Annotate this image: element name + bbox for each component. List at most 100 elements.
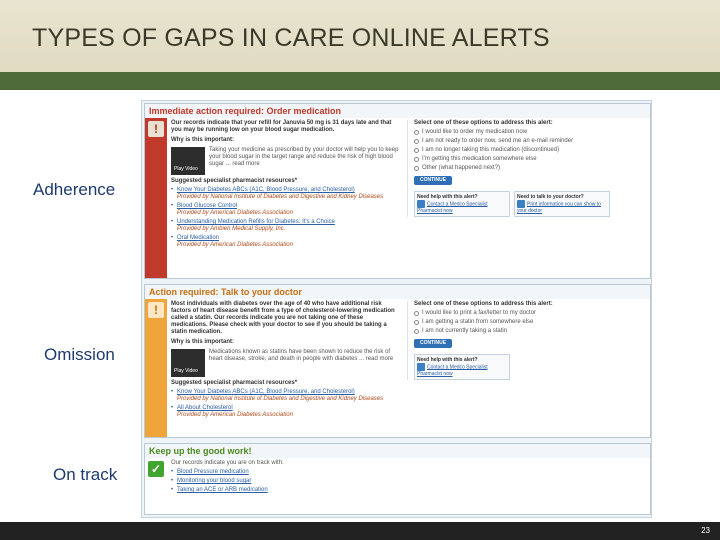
radio-icon[interactable] bbox=[414, 166, 419, 171]
radio-icon[interactable] bbox=[414, 157, 419, 162]
option-radio[interactable]: I am getting a statin from somewhere els… bbox=[414, 319, 647, 326]
help-heading: Need help with this alert? bbox=[417, 194, 478, 200]
alert-panel-on-track: Keep up the good work! ✓ Our records ind… bbox=[144, 443, 651, 515]
option-label: I'm getting this medication somewhere el… bbox=[422, 156, 537, 162]
resource-link[interactable]: Understanding Medication Refills for Dia… bbox=[177, 219, 401, 226]
pharmacist-icon bbox=[417, 200, 425, 208]
resource-item: Understanding Medication Refills for Dia… bbox=[171, 219, 401, 233]
help-box[interactable]: Need help with this alert? Contact a Med… bbox=[414, 191, 510, 217]
alert-header: Keep up the good work! bbox=[145, 444, 650, 458]
resource-item: Oral Medication Provided by American Dia… bbox=[171, 235, 401, 249]
label-omission: Omission bbox=[44, 345, 115, 364]
continue-button[interactable]: CONTINUE bbox=[414, 339, 453, 348]
option-label: I am no longer taking this medication (d… bbox=[422, 147, 560, 153]
option-radio[interactable]: I would like to order my medication now bbox=[414, 129, 647, 136]
alert-header: Action required: Talk to your doctor bbox=[145, 285, 650, 299]
option-radio[interactable]: I'm getting this medication somewhere el… bbox=[414, 156, 647, 163]
play-video-label: Play Video bbox=[174, 368, 198, 374]
resource-link[interactable]: Know Your Diabetes ABCs (A1C, Blood Pres… bbox=[177, 187, 401, 194]
resource-item: Know Your Diabetes ABCs (A1C, Blood Pres… bbox=[171, 389, 401, 403]
slide: TYPES OF GAPS IN CARE ONLINE ALERTS Adhe… bbox=[0, 0, 720, 540]
page-number: 23 bbox=[701, 526, 710, 535]
radio-icon[interactable] bbox=[414, 130, 419, 135]
alert-message: Our records indicate that your refill fo… bbox=[171, 120, 392, 133]
resource-link[interactable]: Know Your Diabetes ABCs (A1C, Blood Pres… bbox=[177, 389, 401, 396]
doctor-heading: Need to talk to your doctor? bbox=[517, 194, 584, 200]
alert-flag: ✓ bbox=[145, 458, 167, 514]
on-track-item[interactable]: Monitoring your blood sugar bbox=[171, 478, 471, 485]
label-adherence: Adherence bbox=[33, 180, 116, 199]
alert-content: Our records indicate you are on track wi… bbox=[171, 460, 471, 494]
resource-item: All About Cholesterol Provided by Americ… bbox=[171, 405, 401, 419]
alert-message: Most individuals with diabetes over the … bbox=[171, 301, 395, 335]
alert-flag: ! bbox=[145, 299, 167, 437]
video-thumbnail[interactable]: Play Video bbox=[171, 349, 205, 377]
exclamation-icon: ! bbox=[148, 121, 164, 137]
option-label: I would like to order my medication now bbox=[422, 129, 528, 135]
alert-options: Select one of these options to address t… bbox=[407, 120, 647, 217]
alert-content: Most individuals with diabetes over the … bbox=[171, 301, 401, 419]
resource-source: Provided by American Diabetes Associatio… bbox=[177, 210, 293, 216]
option-radio[interactable]: I would like to print a fax/letter to my… bbox=[414, 310, 647, 317]
help-heading: Need help with this alert? bbox=[417, 357, 478, 363]
on-track-item[interactable]: Taking an ACE or ARB medication bbox=[171, 487, 471, 494]
alert-panel-adherence: Immediate action required: Order medicat… bbox=[144, 103, 651, 279]
resource-source: Provided by Ambien Medical Supply, Inc. bbox=[177, 226, 286, 232]
option-label: Other (what happened next?) bbox=[422, 165, 501, 171]
play-video-label: Play Video bbox=[174, 166, 198, 172]
alert-header: Immediate action required: Order medicat… bbox=[145, 104, 650, 118]
slide-title: TYPES OF GAPS IN CARE ONLINE ALERTS bbox=[32, 24, 550, 52]
alert-message: Our records indicate you are on track wi… bbox=[171, 460, 284, 466]
resource-item: Know Your Diabetes ABCs (A1C, Blood Pres… bbox=[171, 187, 401, 201]
title-stripe bbox=[0, 72, 720, 90]
options-heading: Select one of these options to address t… bbox=[414, 301, 553, 307]
resource-link[interactable]: All About Cholesterol bbox=[177, 405, 401, 412]
radio-icon[interactable] bbox=[414, 311, 419, 316]
resource-source: Provided by National Institute of Diabet… bbox=[177, 194, 384, 200]
option-radio[interactable]: I am no longer taking this medication (d… bbox=[414, 147, 647, 154]
doctor-box[interactable]: Need to talk to your doctor? Print infor… bbox=[514, 191, 610, 217]
alert-panel-omission: Action required: Talk to your doctor ! M… bbox=[144, 284, 651, 438]
check-icon: ✓ bbox=[148, 461, 164, 477]
option-label: I would like to print a fax/letter to my… bbox=[422, 310, 537, 316]
alert-options: Select one of these options to address t… bbox=[407, 301, 647, 380]
option-label: I am not currently taking a statin bbox=[422, 328, 508, 334]
title-band: TYPES OF GAPS IN CARE ONLINE ALERTS bbox=[0, 0, 720, 90]
help-link[interactable]: Contact a Medco Specialist Pharmacist no… bbox=[417, 364, 488, 377]
why-text: Taking your medicine as prescribed by yo… bbox=[209, 147, 399, 167]
option-label: I am getting a statin from somewhere els… bbox=[422, 319, 534, 325]
why-text: Medications known as statins have been s… bbox=[209, 349, 394, 362]
label-on-track: On track bbox=[53, 465, 118, 484]
why-heading: Why is this important: bbox=[171, 137, 234, 143]
footer-bar: 23 bbox=[0, 522, 720, 540]
resource-source: Provided by American Diabetes Associatio… bbox=[177, 412, 293, 418]
resources-heading: Suggested specialist pharmacist resource… bbox=[171, 380, 298, 386]
help-link[interactable]: Contact a Medco Specialist Pharmacist no… bbox=[417, 201, 488, 214]
alert-flag: ! bbox=[145, 118, 167, 278]
resource-item: Blood Glucose Control Provided by Americ… bbox=[171, 203, 401, 217]
resource-link[interactable]: Blood Glucose Control bbox=[177, 203, 401, 210]
option-label: I am not ready to order now, send me an … bbox=[422, 138, 574, 144]
exclamation-icon: ! bbox=[148, 302, 164, 318]
pharmacist-icon bbox=[417, 363, 425, 371]
video-thumbnail[interactable]: Play Video bbox=[171, 147, 205, 175]
why-heading: Why is this important: bbox=[171, 339, 234, 345]
alert-content: Our records indicate that your refill fo… bbox=[171, 120, 401, 249]
radio-icon[interactable] bbox=[414, 148, 419, 153]
radio-icon[interactable] bbox=[414, 139, 419, 144]
print-icon bbox=[517, 200, 525, 208]
option-radio[interactable]: I am not ready to order now, send me an … bbox=[414, 138, 647, 145]
resource-link[interactable]: Oral Medication bbox=[177, 235, 401, 242]
radio-icon[interactable] bbox=[414, 320, 419, 325]
help-box[interactable]: Need help with this alert? Contact a Med… bbox=[414, 354, 510, 380]
options-heading: Select one of these options to address t… bbox=[414, 120, 553, 126]
option-radio[interactable]: Other (what happened next?) bbox=[414, 165, 647, 172]
resource-source: Provided by American Diabetes Associatio… bbox=[177, 242, 293, 248]
radio-icon[interactable] bbox=[414, 329, 419, 334]
option-radio[interactable]: I am not currently taking a statin bbox=[414, 328, 647, 335]
resources-heading: Suggested specialist pharmacist resource… bbox=[171, 178, 298, 184]
resource-source: Provided by National Institute of Diabet… bbox=[177, 396, 384, 402]
on-track-item[interactable]: Blood Pressure medication bbox=[171, 469, 471, 476]
doctor-link[interactable]: Print information you can show to your d… bbox=[517, 201, 601, 214]
continue-button[interactable]: CONTINUE bbox=[414, 176, 453, 185]
